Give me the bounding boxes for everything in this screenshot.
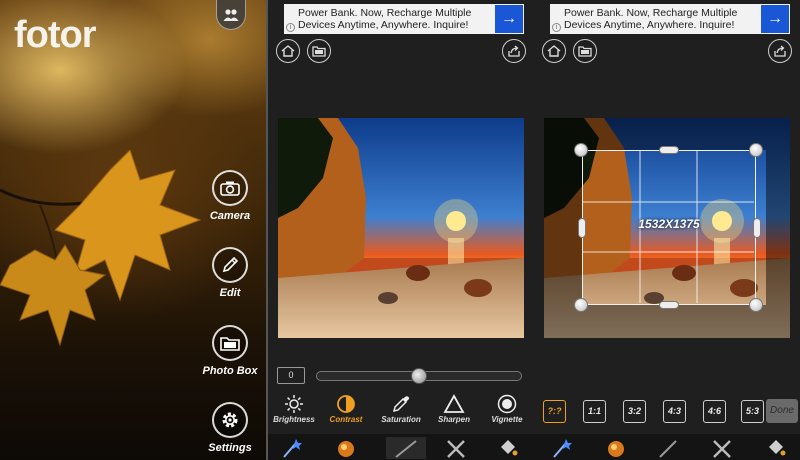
strip-sphere-icon[interactable] xyxy=(604,437,628,459)
ratio-3-2[interactable]: 3:2 xyxy=(623,400,646,423)
slider-thumb[interactable] xyxy=(411,368,427,384)
folder-icon xyxy=(220,337,240,351)
camera-icon xyxy=(220,181,240,196)
effects-strip xyxy=(268,434,534,460)
tool-brightness[interactable]: Brightness xyxy=(269,393,319,424)
tool-vignette-label: Vignette xyxy=(491,415,523,424)
share-icon xyxy=(774,45,786,57)
ratio-4-3[interactable]: 4:3 xyxy=(663,400,686,423)
adjust-slider[interactable] xyxy=(316,368,522,384)
home-screen: fotor Camera Edit Photo Box Settings xyxy=(0,0,266,460)
crop-handle-bottom[interactable] xyxy=(659,301,679,309)
ad-text: Power Bank. Now, Recharge Multiple Devic… xyxy=(564,7,738,31)
edit-label: Edit xyxy=(219,287,241,299)
strip-line-icon[interactable] xyxy=(656,437,680,459)
crop-toolbar xyxy=(534,36,800,68)
arrow-right-icon: → xyxy=(767,10,783,27)
edit-menu-item[interactable]: Edit xyxy=(195,247,265,299)
ad-info-icon[interactable]: i xyxy=(286,23,295,32)
adjust-value: 0 xyxy=(277,367,305,384)
strip-cross-icon[interactable] xyxy=(710,437,734,459)
camera-label: Camera xyxy=(209,210,251,222)
contrast-icon xyxy=(337,395,355,413)
ratio-free[interactable]: ?:? xyxy=(543,400,566,423)
triangle-icon xyxy=(443,394,465,413)
strip-selected-item[interactable] xyxy=(386,437,426,459)
crop-handle-top-left[interactable] xyxy=(574,143,588,157)
ratio-1-1[interactable]: 1:1 xyxy=(583,400,606,423)
ad-text: Power Bank. Now, Recharge Multiple Devic… xyxy=(298,7,472,31)
ad-banner[interactable]: Power Bank. Now, Recharge Multiple Devic… xyxy=(284,4,524,34)
vignette-icon xyxy=(497,394,517,414)
tool-brightness-label: Brightness xyxy=(273,415,315,424)
tool-contrast[interactable]: Contrast xyxy=(321,393,371,424)
pencil-icon xyxy=(222,256,239,273)
strip-wand-icon[interactable] xyxy=(550,437,574,459)
crop-handle-top[interactable] xyxy=(659,146,679,154)
photo-box-menu-item[interactable]: Photo Box xyxy=(195,325,265,377)
ad-banner[interactable]: Power Bank. Now, Recharge Multiple Devic… xyxy=(550,4,790,34)
share-button[interactable] xyxy=(768,39,792,63)
strip-cross-icon[interactable] xyxy=(444,437,468,459)
ratio-4-6[interactable]: 4:6 xyxy=(703,400,726,423)
tool-contrast-label: Contrast xyxy=(329,415,363,424)
strip-sphere-icon[interactable] xyxy=(334,437,358,459)
people-button[interactable] xyxy=(216,0,246,30)
done-button[interactable]: Done xyxy=(766,399,798,423)
dropper-icon xyxy=(392,396,410,413)
camera-menu-item[interactable]: Camera xyxy=(195,170,265,222)
photo-preview[interactable] xyxy=(278,118,524,338)
share-icon xyxy=(508,45,520,57)
strip-wand-icon[interactable] xyxy=(280,437,304,459)
crop-handle-right[interactable] xyxy=(753,218,761,238)
open-folder-button[interactable] xyxy=(573,39,597,63)
tool-sharpen[interactable]: Sharpen xyxy=(429,393,479,424)
folder-icon xyxy=(312,46,326,57)
tool-sharpen-label: Sharpen xyxy=(437,415,470,424)
crop-dimensions: 1532X1375 xyxy=(638,217,700,231)
arrow-right-icon: → xyxy=(501,10,517,27)
ad-go-button[interactable]: → xyxy=(761,5,789,33)
home-button[interactable] xyxy=(276,39,300,63)
settings-menu-item[interactable]: Settings xyxy=(195,402,265,454)
crop-handle-bottom-left[interactable] xyxy=(574,298,588,312)
sun-icon xyxy=(285,395,303,413)
crop-ratio-bar: ?:? 1:1 3:2 4:3 4:6 5:3 Done xyxy=(537,392,800,432)
photo-box-label: Photo Box xyxy=(202,365,258,377)
tool-vignette[interactable]: Vignette xyxy=(482,393,532,424)
share-button[interactable] xyxy=(502,39,526,63)
strip-bucket-icon[interactable] xyxy=(496,437,520,459)
effects-strip xyxy=(534,434,800,460)
folder-icon xyxy=(578,46,592,57)
home-button[interactable] xyxy=(542,39,566,63)
tool-saturation-label: Saturation xyxy=(381,415,421,424)
settings-label: Settings xyxy=(208,442,252,454)
ad-go-button[interactable]: → xyxy=(495,5,523,33)
ad-info-icon[interactable]: i xyxy=(552,23,561,32)
adjust-toolbar xyxy=(268,36,534,68)
crop-handle-bottom-right[interactable] xyxy=(749,298,763,312)
gear-icon xyxy=(222,412,238,428)
home-icon xyxy=(547,45,561,57)
crop-handle-top-right[interactable] xyxy=(749,143,763,157)
sunset-beach-photo xyxy=(278,118,524,338)
adjust-screen: Power Bank. Now, Recharge Multiple Devic… xyxy=(268,0,534,460)
home-icon xyxy=(281,45,295,57)
app-logo: fotor xyxy=(14,14,97,56)
ratio-5-3[interactable]: 5:3 xyxy=(741,400,764,423)
people-icon xyxy=(223,8,239,21)
adjust-tools: Brightness Contrast Saturation Sharpen V… xyxy=(268,393,534,433)
crop-handle-left[interactable] xyxy=(578,218,586,238)
strip-bucket-icon[interactable] xyxy=(764,437,788,459)
open-folder-button[interactable] xyxy=(307,39,331,63)
tool-saturation[interactable]: Saturation xyxy=(376,393,426,424)
